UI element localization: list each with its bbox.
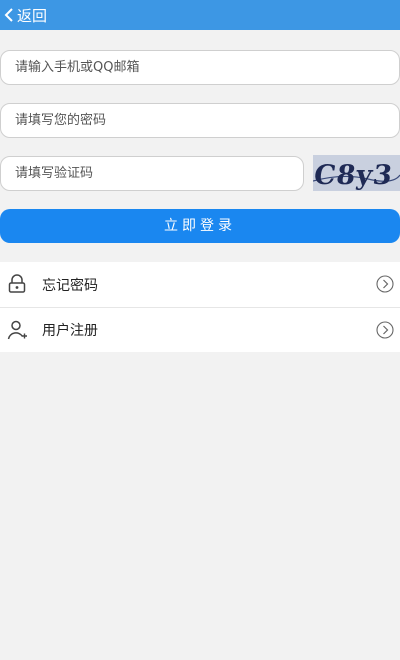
account-field[interactable] [0, 50, 400, 85]
lock-icon [8, 274, 26, 293]
captcha-text: C8y3 [313, 160, 395, 191]
register-item[interactable]: 用户注册 [0, 307, 400, 352]
captcha-input[interactable] [1, 157, 303, 190]
top-bar: 返回 [0, 0, 400, 30]
forgot-password-item[interactable]: 忘记密码 [0, 262, 400, 307]
password-field[interactable] [0, 103, 400, 138]
back-label: 返回 [17, 6, 48, 25]
add-user-icon [7, 320, 27, 340]
account-input[interactable] [1, 51, 399, 84]
forgot-password-label: 忘记密码 [42, 277, 98, 294]
chevron-right-icon [376, 275, 394, 293]
chevron-right-icon [376, 321, 394, 339]
captcha-field[interactable] [0, 156, 304, 191]
menu-list: 忘记密码 用户注册 [0, 262, 400, 352]
chevron-left-icon [4, 8, 13, 22]
password-input[interactable] [1, 104, 399, 137]
back-button[interactable]: 返回 [0, 0, 47, 30]
captcha-image[interactable]: C8y3 [313, 155, 400, 191]
register-label: 用户注册 [42, 323, 98, 339]
login-button[interactable]: 立即登录 [0, 209, 400, 243]
